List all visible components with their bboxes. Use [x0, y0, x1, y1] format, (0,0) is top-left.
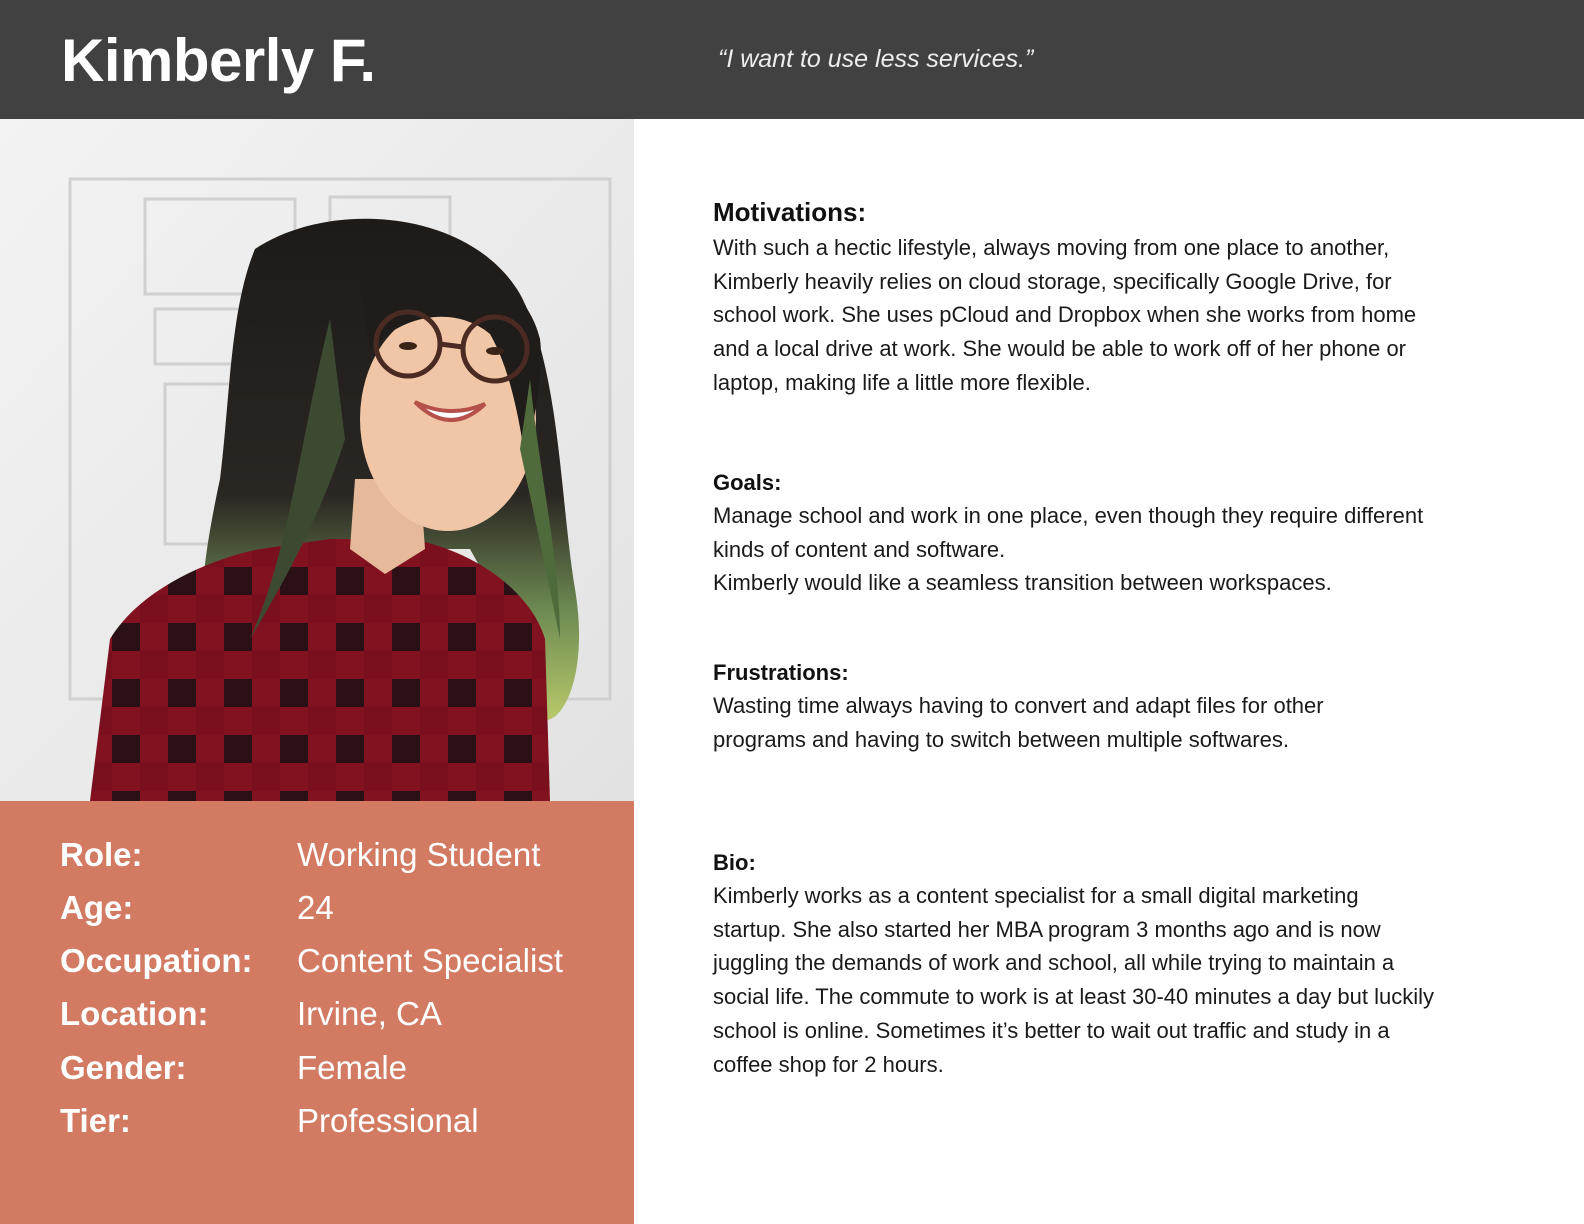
profile-panel: Role: Working Student Age: 24 Occupation…	[0, 801, 634, 1224]
tier-value: Professional	[297, 1102, 479, 1139]
profile-row-gender: Gender: Female	[60, 1046, 620, 1092]
role-value: Working Student	[297, 836, 541, 873]
profile-row-age: Age: 24	[60, 886, 620, 932]
frustrations-title: Frustrations:	[713, 660, 849, 685]
persona-quote: “I want to use less services.”	[718, 45, 1034, 73]
profile-row-role: Role: Working Student	[60, 833, 620, 879]
tier-label: Tier:	[60, 1102, 131, 1139]
header-bar: Kimberly F. “I want to use less services…	[0, 0, 1584, 119]
frustrations-line: programs and having to switch between mu…	[713, 726, 1289, 752]
motivations-line: Kimberly heavily relies on cloud storage…	[713, 268, 1392, 294]
persona-name: Kimberly F.	[61, 27, 376, 94]
occupation-value: Content Specialist	[297, 942, 563, 979]
persona-page: Kimberly F. “I want to use less services…	[0, 0, 1584, 1224]
motivations-line: With such a hectic lifestyle, always mov…	[713, 235, 1390, 260]
age-label: Age:	[60, 889, 134, 926]
bio-line: startup. She also started her MBA progra…	[713, 916, 1381, 942]
profile-row-occupation: Occupation: Content Specialist	[60, 939, 620, 985]
motivations-text: With such a hectic lifestyle, always mov…	[713, 231, 1513, 400]
goals-text: Manage school and work in one place, eve…	[713, 499, 1513, 600]
bio-line: juggling the demands of work and school,…	[713, 950, 1395, 976]
person-photo-icon	[0, 119, 634, 801]
motivations-line: school work. She uses pCloud and Dropbox…	[713, 302, 1417, 328]
frustrations-section: Frustrations: Wasting time always having…	[713, 658, 1513, 756]
gender-value: Female	[297, 1049, 408, 1086]
frustrations-text: Wasting time always having to convert an…	[713, 689, 1513, 756]
occupation-label: Occupation:	[60, 942, 253, 979]
goals-line: kinds of content and software.	[713, 536, 1006, 562]
frustrations-line: Wasting time always having to convert an…	[713, 693, 1324, 718]
location-label: Location:	[60, 995, 209, 1032]
bio-title: Bio:	[713, 850, 756, 875]
goals-title: Goals:	[713, 470, 782, 495]
profile-row-location: Location: Irvine, CA	[60, 992, 620, 1038]
goals-line: Kimberly would like a seamless transitio…	[713, 570, 1332, 596]
persona-photo	[0, 119, 634, 801]
goals-line: Manage school and work in one place, eve…	[713, 503, 1424, 528]
location-value: Irvine, CA	[297, 995, 442, 1032]
bio-line: school is online. Sometimes it’s better …	[713, 1017, 1390, 1043]
motivations-line: laptop, making life a little more flexib…	[713, 369, 1091, 395]
bio-text: Kimberly works as a content specialist f…	[713, 879, 1513, 1081]
motivations-line: and a local drive at work. She would be …	[713, 336, 1407, 362]
profile-row-tier: Tier: Professional	[60, 1099, 620, 1145]
bio-section: Bio: Kimberly works as a content special…	[713, 848, 1513, 1081]
gender-label: Gender:	[60, 1049, 187, 1086]
goals-section: Goals: Manage school and work in one pla…	[713, 468, 1513, 600]
bio-line: Kimberly works as a content specialist f…	[713, 883, 1359, 908]
bio-line: social life. The commute to work is at l…	[713, 984, 1435, 1010]
age-value: 24	[297, 889, 334, 926]
role-label: Role:	[60, 836, 143, 873]
motivations-section: Motivations: With such a hectic lifestyl…	[713, 196, 1513, 400]
motivations-title: Motivations:	[713, 197, 867, 227]
bio-line: coffee shop for 2 hours.	[713, 1051, 944, 1077]
